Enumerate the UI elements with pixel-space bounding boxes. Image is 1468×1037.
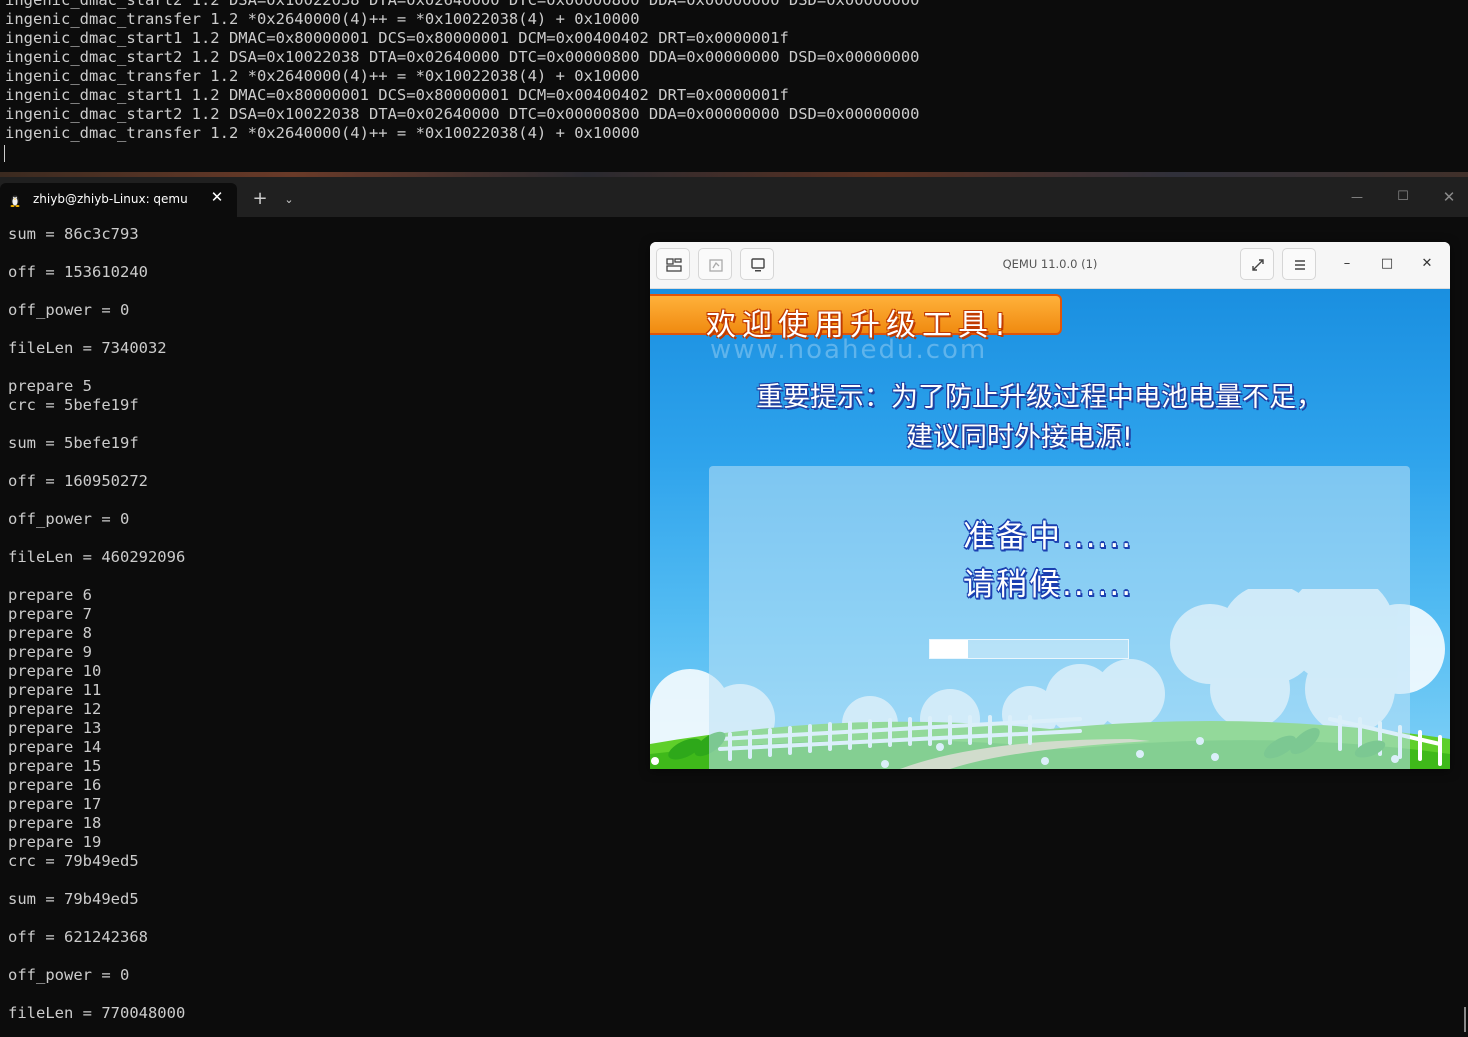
notice-line-1: 重要提示：为了防止升级过程中电池电量不足， [756, 382, 1323, 413]
terminal-cursor [4, 145, 5, 162]
window-maximize-button[interactable]: ☐ [1393, 187, 1413, 207]
terminal-tab[interactable]: zhiyb@zhiyb-Linux: qemu ✕ [0, 183, 237, 217]
terminal-scrollbar[interactable] [1464, 1007, 1466, 1032]
terminal-line: prepare 10 [8, 662, 102, 680]
terminal-line: prepare 19 [8, 833, 102, 851]
terminal-line: sum = 86c3c793 [8, 225, 139, 243]
progress-fill [930, 640, 968, 658]
window-minimize-button[interactable]: — [1347, 187, 1367, 207]
qemu-window: QEMU 11.0.0 (1) – □ ✕ 欢迎使用升级工具! www.noah… [650, 242, 1450, 769]
qemu-menu-button[interactable] [1282, 248, 1316, 280]
qemu-minimize-button[interactable]: – [1338, 255, 1356, 273]
terminal-line: prepare 15 [8, 757, 102, 775]
terminal-line: ingenic_dmac_transfer 1.2 *0x2640000(4)+… [5, 10, 640, 28]
terminal-line: off = 621242368 [8, 928, 148, 946]
terminal-line: fileLen = 770048000 [8, 1004, 186, 1022]
qemu-fullscreen-button[interactable] [1240, 248, 1274, 280]
terminal-line: ingenic_dmac_transfer 1.2 *0x2640000(4)+… [5, 124, 640, 142]
qemu-headerbar: QEMU 11.0.0 (1) – □ ✕ [650, 242, 1450, 289]
qemu-close-button[interactable]: ✕ [1418, 255, 1436, 273]
tab-title: zhiyb@zhiyb-Linux: qemu [33, 192, 188, 206]
terminal-line: prepare 14 [8, 738, 102, 756]
linux-penguin-icon [10, 195, 20, 207]
terminal-line: prepare 12 [8, 700, 102, 718]
terminal-line: prepare 11 [8, 681, 102, 699]
hamburger-menu-icon [1295, 260, 1305, 270]
terminal-line: fileLen = 460292096 [8, 548, 186, 566]
terminal-line: ingenic_dmac_start1 1.2 DMAC=0x80000001 … [5, 86, 789, 104]
status-preparing: 准备中...... [963, 519, 1134, 555]
terminal-line: fileLen = 7340032 [8, 339, 167, 357]
fullscreen-icon [1252, 259, 1264, 271]
terminal-line: ingenic_dmac_start2 1.2 DSA=0x10022038 D… [5, 0, 920, 9]
terminal-line: prepare 16 [8, 776, 102, 794]
background-terminal: ingenic_dmac_start2 1.2 DSA=0x10022038 D… [0, 0, 1468, 172]
window-close-button[interactable]: ✕ [1439, 187, 1459, 207]
terminal-line: crc = 79b49ed5 [8, 852, 139, 870]
terminal-line: ingenic_dmac_transfer 1.2 *0x2640000(4)+… [5, 67, 640, 85]
tab-close-icon[interactable]: ✕ [208, 188, 226, 206]
terminal-line: prepare 7 [8, 605, 92, 623]
status-please-wait: 请稍候...... [963, 567, 1134, 603]
welcome-banner: 欢迎使用升级工具! [650, 294, 1062, 343]
qemu-window-title: QEMU 11.0.0 (1) [1002, 257, 1098, 271]
chevron-down-icon[interactable]: ⌄ [280, 191, 298, 209]
progress-bar [929, 639, 1129, 659]
terminal-line: ingenic_dmac_start2 1.2 DSA=0x10022038 D… [5, 105, 920, 123]
terminal-line: ingenic_dmac_start2 1.2 DSA=0x10022038 D… [5, 48, 920, 66]
watermark: www.noahedu.com [710, 335, 988, 365]
new-tab-button[interactable]: + [250, 189, 270, 209]
terminal-line: ingenic_dmac_start1 1.2 DMAC=0x80000001 … [5, 29, 789, 47]
terminal-line: prepare 5 [8, 377, 92, 395]
terminal-line: sum = 79b49ed5 [8, 890, 139, 908]
terminal-line: off = 160950272 [8, 472, 148, 490]
terminal-line: sum = 5befe19f [8, 434, 139, 452]
terminal-line: prepare 17 [8, 795, 102, 813]
terminal-tab-bar: zhiyb@zhiyb-Linux: qemu ✕ + ⌄ — ☐ ✕ [0, 177, 1468, 217]
terminal-line: off = 153610240 [8, 263, 148, 281]
terminal-line: crc = 5befe19f [8, 396, 139, 414]
terminal-line: off_power = 0 [8, 510, 130, 528]
terminal-line: prepare 18 [8, 814, 102, 832]
terminal-line: off_power = 0 [8, 301, 130, 319]
status-panel: 准备中...... 请稍候...... [709, 466, 1410, 769]
terminal-line: off_power = 0 [8, 966, 130, 984]
qemu-maximize-button[interactable]: □ [1378, 255, 1396, 273]
terminal-line: prepare 9 [8, 643, 92, 661]
terminal-line: prepare 6 [8, 586, 92, 604]
guest-display[interactable]: 欢迎使用升级工具! www.noahedu.com 重要提示：为了防止升级过程中… [650, 289, 1450, 769]
notice-line-2: 建议同时外接电源! [906, 422, 1133, 453]
terminal-line: prepare 8 [8, 624, 92, 642]
terminal-line: prepare 13 [8, 719, 102, 737]
